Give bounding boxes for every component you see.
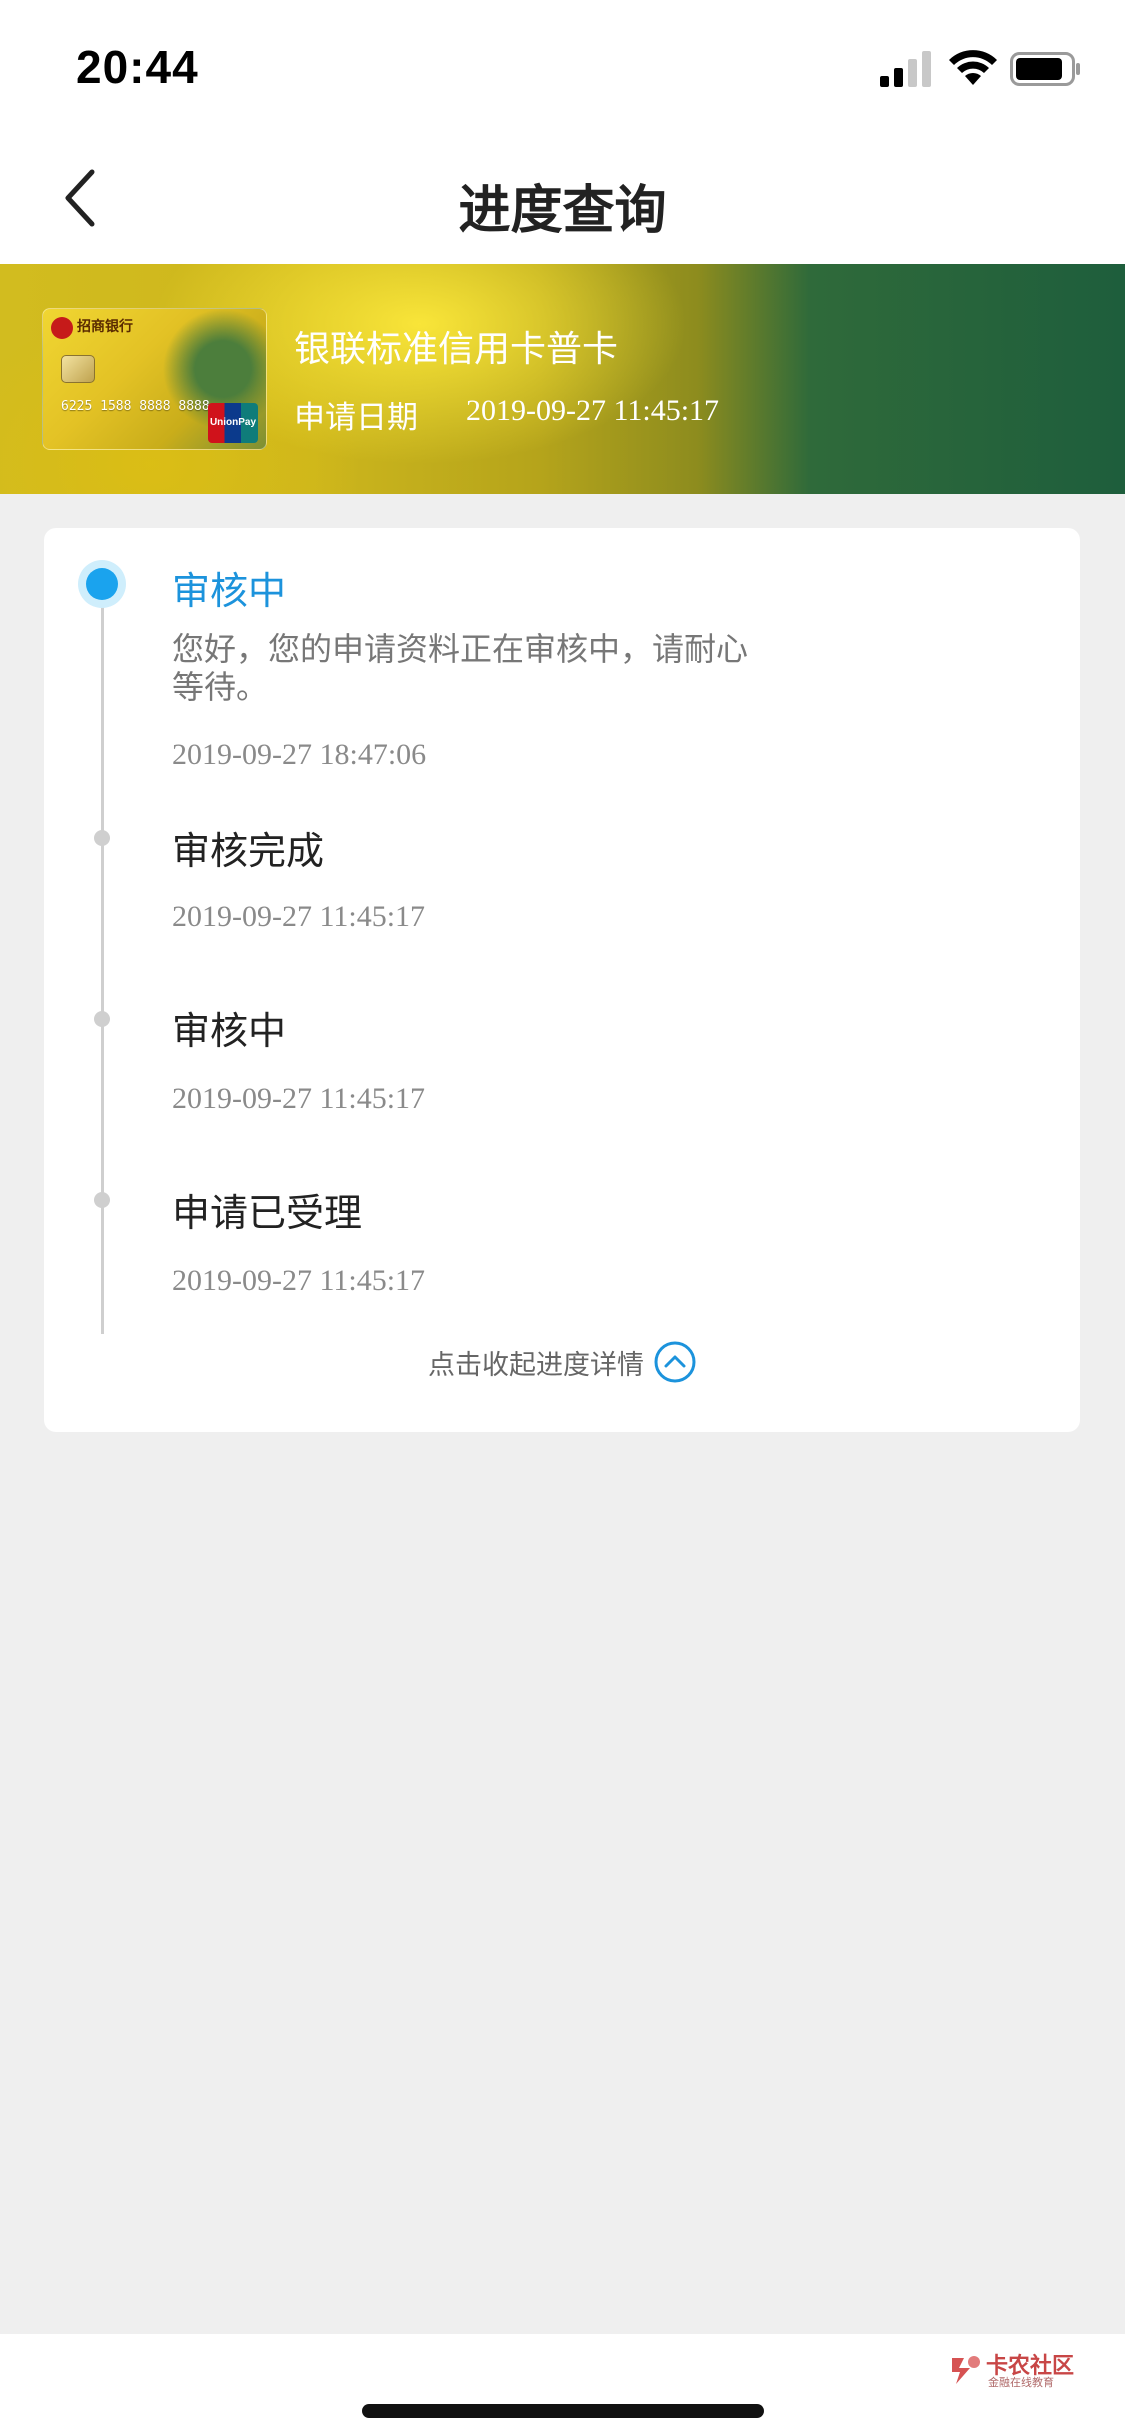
step-time: 2019-09-27 11:45:17 [172,1264,426,1297]
step-title-current: 审核中 [172,569,287,613]
card-banner: 招商银行 6225 1588 8888 8888 UnionPay 银联标准信用… [0,264,1125,494]
home-indicator[interactable] [362,2404,764,2418]
card-bank-name: 招商银行 [77,319,133,335]
watermark: 卡农社区 金融在线教育 [948,2348,1078,2392]
wifi-icon [949,50,997,85]
step-time: 2019-09-27 11:45:17 [172,1082,426,1115]
timeline-dot [94,1192,110,1208]
apply-date-label: 申请日期 [294,400,418,436]
cellular-signal-icon [880,51,931,87]
step-time: 2019-09-27 18:47:06 [172,738,427,771]
timeline-dot [94,830,110,846]
card-product-name: 银联标准信用卡普卡 [294,329,619,370]
card-chip-icon [61,355,95,383]
step-description: 您好，您的申请资料正在审核中，请耐心等待。 [172,630,749,706]
collapse-details-label[interactable]: 点击收起进度详情 [428,1343,644,1382]
kanong-logo-icon [952,2356,980,2384]
timeline-current-dot [78,560,126,608]
apply-date-value: 2019-09-27 11:45:17 [466,394,720,427]
bank-logo-icon [51,317,73,339]
page-title: 进度查询 [458,181,667,241]
credit-card-image: 招商银行 6225 1588 8888 8888 UnionPay [42,308,267,450]
timeline-dot [94,1011,110,1027]
step-title: 审核中 [172,1009,287,1053]
collapse-details-toggle[interactable]: 点击收起进度详情 [0,1340,1125,1396]
card-number: 6225 1588 8888 8888 [61,399,210,414]
nav-bar: 进度查询 [0,132,1125,264]
battery-icon [1010,52,1080,86]
chevron-up-circle-icon[interactable] [653,1340,697,1384]
status-bar: 20:44 [0,0,1125,132]
timeline-line [101,582,104,1334]
step-title: 审核完成 [172,829,325,873]
step-title: 申请已受理 [172,1191,363,1235]
step-time: 2019-09-27 11:45:17 [172,900,426,933]
watermark-subtitle: 金融在线教育 [988,2376,1054,2389]
unionpay-logo: UnionPay [208,403,258,443]
status-time: 20:44 [76,41,199,93]
